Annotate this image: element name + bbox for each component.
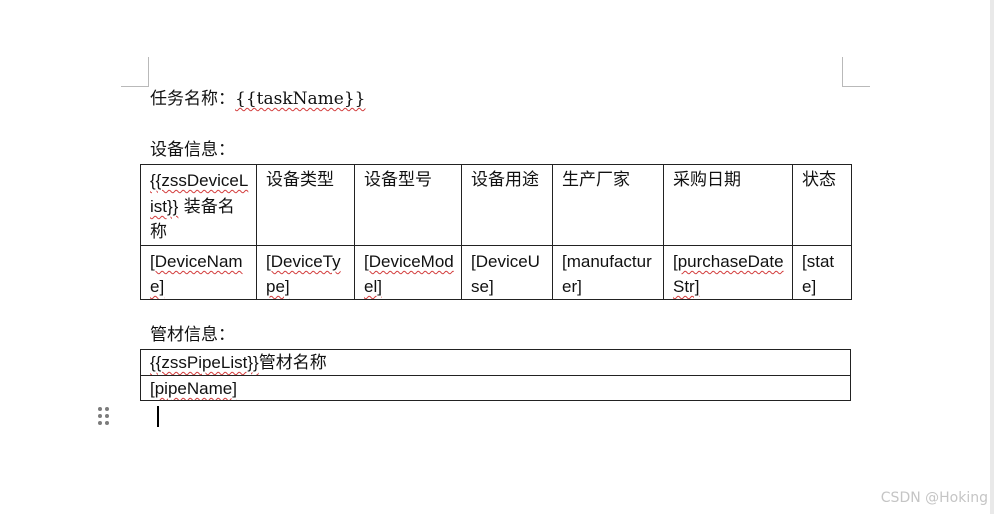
device-table-header-row: {{zssDeviceList}} 装备名称 设备类型 设备型号 设备用途 生产… — [140, 164, 852, 246]
pipe-header-cell[interactable]: {{zssPipeList}}管材名称 — [140, 349, 851, 376]
device-field-cell[interactable]: [manufacturer] — [552, 245, 664, 300]
text-cursor — [157, 406, 159, 427]
device-header-cell[interactable]: 设备型号 — [354, 164, 462, 246]
device-header-cell[interactable]: 生产厂家 — [552, 164, 664, 246]
device-header-cell[interactable]: 设备用途 — [461, 164, 553, 246]
device-field-cell[interactable]: [DeviceType] — [256, 245, 355, 300]
device-header-cell[interactable]: 设备类型 — [256, 164, 355, 246]
task-name-field[interactable]: {{taskName}} — [235, 89, 365, 109]
page-margin-corner-top-right — [842, 86, 870, 87]
pipe-table-header-row: {{zssPipeList}}管材名称 — [140, 349, 851, 376]
device-table-row: [DeviceName] [DeviceType] [DeviceModel] … — [140, 245, 852, 300]
device-field-cell[interactable]: [purchaseDateStr] — [663, 245, 793, 300]
pipe-table-row: [pipeName] — [140, 375, 851, 401]
device-field-cell[interactable]: [DeviceName] — [140, 245, 257, 300]
device-field-cell[interactable]: [DeviceModel] — [354, 245, 462, 300]
page-margin-corner-top-left — [121, 86, 149, 87]
drag-handle-icon[interactable] — [98, 407, 110, 427]
pipe-info-heading[interactable]: 管材信息： — [150, 324, 235, 346]
watermark: CSDN @Hoking — [880, 490, 988, 506]
device-table[interactable]: {{zssDeviceList}} 装备名称 设备类型 设备型号 设备用途 生产… — [140, 164, 852, 300]
task-name-line[interactable]: 任务名称：{{taskName}} — [150, 88, 365, 110]
device-field-cell[interactable]: [DeviceUse] — [461, 245, 553, 300]
pipe-field-cell[interactable]: [pipeName] — [140, 375, 851, 401]
pipe-list-tag: {{zssPipeList}} — [150, 353, 259, 372]
device-header-cell[interactable]: 状态 — [792, 164, 852, 246]
page-margin-corner-top-right-vertical — [842, 57, 843, 86]
pipe-table[interactable]: {{zssPipeList}}管材名称 [pipeName] — [140, 349, 851, 401]
task-name-label: 任务名称： — [150, 89, 235, 109]
device-field-cell[interactable]: [state] — [792, 245, 852, 300]
vertical-scrollbar[interactable] — [990, 0, 994, 514]
device-header-cell[interactable]: {{zssDeviceList}} 装备名称 — [140, 164, 257, 246]
page-margin-corner-top-left-vertical — [148, 57, 149, 86]
device-info-heading[interactable]: 设备信息： — [150, 139, 235, 161]
pipe-header-label: 管材名称 — [258, 353, 327, 373]
device-header-cell[interactable]: 采购日期 — [663, 164, 793, 246]
